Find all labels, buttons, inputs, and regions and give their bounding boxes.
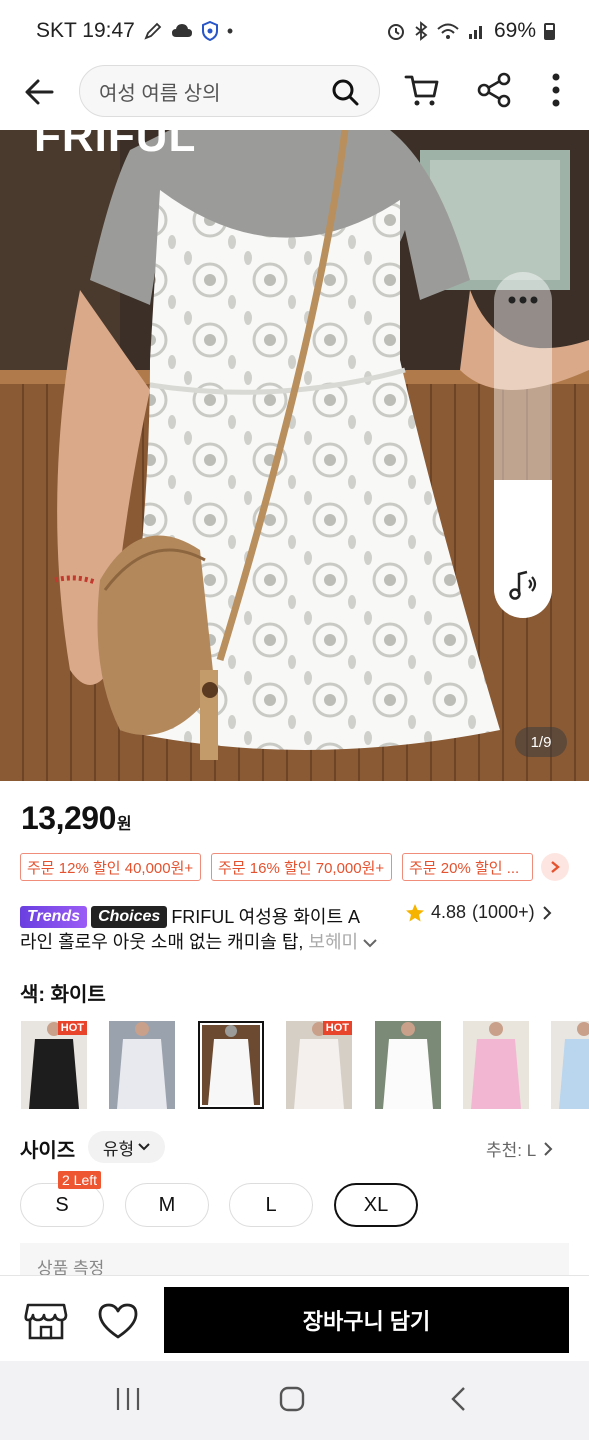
signal-icon	[468, 26, 482, 39]
variant-image	[463, 1021, 529, 1109]
title-text-faded: 보헤미	[303, 932, 359, 952]
bluetooth-icon	[415, 21, 428, 41]
star-icon	[406, 903, 424, 921]
chevron-right-icon	[551, 861, 560, 873]
hot-badge: HOT	[57, 1021, 87, 1035]
coupon-chip[interactable]: 주문 16% 할인 70,000원+	[211, 853, 392, 881]
hot-badge: HOT	[322, 1021, 352, 1035]
system-back-icon[interactable]	[448, 1385, 468, 1413]
chevron-right-icon	[544, 1141, 553, 1156]
size-type-label: 유형	[102, 1139, 135, 1159]
choices-badge: Choices	[91, 906, 168, 929]
title-line-1: Trends Choices FRIFUL 여성용 화이트 A	[20, 904, 395, 930]
add-to-cart-button[interactable]: 장바구니 담기	[164, 1287, 569, 1353]
chevron-down-icon	[138, 1143, 150, 1151]
battery-icon	[544, 22, 555, 40]
title-text-2: 라인 홀로우 아웃 소매 없는 캐미솔 탑,	[20, 932, 304, 952]
review-count: (1000+)	[472, 902, 535, 922]
status-left: SKT 19:47 •	[36, 19, 233, 43]
status-right: 69%	[386, 19, 555, 43]
price-value: 13,290	[21, 800, 116, 836]
system-navigation-bar	[0, 1361, 589, 1440]
shield-icon	[201, 21, 218, 41]
color-variant-thumb[interactable]	[375, 1021, 441, 1109]
carrier-time: SKT 19:47	[36, 19, 135, 42]
product-title[interactable]: Trends Choices FRIFUL 여성용 화이트 A 라인 홀로우 아웃 …	[20, 904, 395, 956]
share-icon[interactable]	[476, 72, 512, 108]
variant-image	[202, 1025, 260, 1105]
color-variant-thumb-selected[interactable]	[198, 1021, 264, 1109]
size-option-xl[interactable]: XL	[334, 1183, 418, 1227]
chevron-down-icon[interactable]	[362, 935, 378, 951]
size-type-dropdown[interactable]: 유형	[88, 1131, 165, 1163]
alarm-icon	[387, 24, 404, 40]
color-variant-thumb[interactable]	[551, 1021, 589, 1109]
product-price: 13,290원	[21, 800, 132, 837]
rating-value: 4.88	[431, 902, 467, 922]
coupon-chip[interactable]: 주문 12% 할인 40,000원+	[20, 853, 201, 881]
title-text-1: FRIFUL 여성용 화이트 A	[171, 907, 361, 928]
back-arrow-icon[interactable]	[22, 74, 58, 110]
pen-icon	[144, 22, 162, 40]
cart-icon[interactable]	[404, 72, 440, 108]
product-image-carousel[interactable]: FRIFUL 1/9	[0, 130, 589, 781]
heart-icon[interactable]	[96, 1301, 140, 1341]
variant-image	[109, 1021, 175, 1109]
bottom-action-bar: 장바구니 담기	[0, 1275, 589, 1361]
more-options-icon[interactable]	[540, 70, 572, 110]
color-variant-thumb[interactable]	[463, 1021, 529, 1109]
size-recommendation[interactable]: 추천: L	[486, 1136, 554, 1161]
more-dots-icon[interactable]	[506, 290, 540, 310]
price-currency: 원	[116, 816, 132, 833]
cloud-icon	[171, 24, 192, 37]
title-line-2: 라인 홀로우 아웃 소매 없는 캐미솔 탑, 보헤미	[20, 930, 395, 956]
recommend-text: 추천: L	[486, 1141, 537, 1160]
trends-badge: Trends	[20, 906, 88, 929]
brand-watermark: FRIFUL	[34, 130, 197, 161]
image-page-indicator: 1/9	[515, 727, 567, 757]
color-variant-thumb[interactable]: HOT	[21, 1021, 87, 1109]
recent-apps-icon[interactable]	[114, 1386, 142, 1412]
size-option-m[interactable]: M	[125, 1183, 209, 1227]
variant-image	[551, 1021, 589, 1109]
color-variant-list: HOT HOT	[21, 1021, 589, 1109]
coupon-next-button[interactable]	[541, 853, 569, 881]
product-measurement-section[interactable]: 상품 측정	[20, 1243, 569, 1277]
top-nav: 여성 여름 상의	[0, 62, 589, 130]
search-icon[interactable]	[331, 78, 359, 106]
color-label: 색: 화이트	[20, 984, 106, 1006]
stock-left-badge: 2 Left	[58, 1171, 102, 1189]
chevron-right-icon	[542, 905, 552, 920]
status-bar: SKT 19:47 • 69%	[0, 0, 589, 62]
battery-percent: 69%	[493, 19, 536, 42]
size-option-l[interactable]: L	[229, 1183, 313, 1227]
coupon-row: 주문 12% 할인 40,000원+ 주문 16% 할인 70,000원+ 주문…	[20, 853, 589, 881]
color-variant-thumb[interactable]: HOT	[286, 1021, 352, 1109]
music-sound-icon[interactable]	[507, 568, 541, 602]
notification-dot: •	[226, 20, 234, 41]
color-variant-thumb[interactable]	[109, 1021, 175, 1109]
search-query: 여성 여름 상의	[99, 82, 221, 105]
variant-image	[375, 1021, 441, 1109]
store-icon[interactable]	[24, 1301, 68, 1341]
home-icon[interactable]	[278, 1385, 306, 1413]
search-input[interactable]: 여성 여름 상의	[79, 65, 380, 117]
rating-summary[interactable]: 4.88 (1000+)	[405, 902, 553, 923]
floating-media-widget[interactable]	[494, 272, 552, 618]
size-option-s[interactable]: S	[20, 1183, 104, 1227]
coupon-chip[interactable]: 주문 20% 할인 ...	[402, 853, 533, 881]
size-label: 사이즈	[20, 1140, 76, 1162]
wifi-icon	[437, 23, 459, 39]
